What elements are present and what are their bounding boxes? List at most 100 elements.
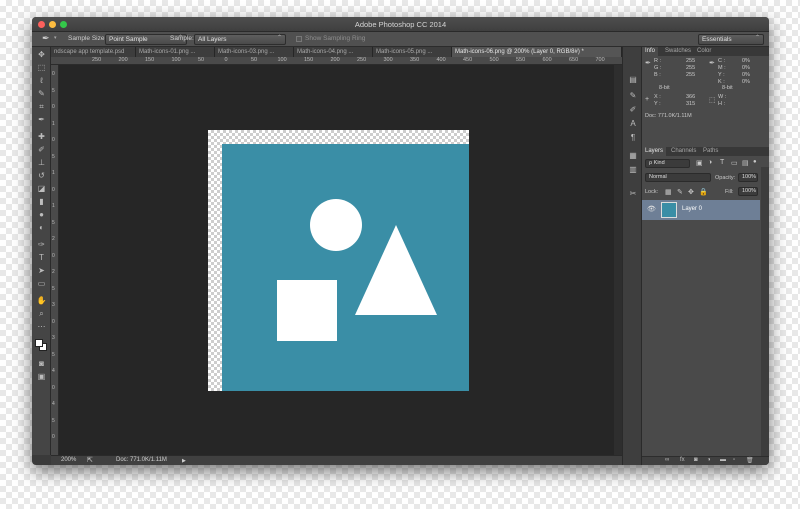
trash-icon[interactable]: 🗑	[746, 457, 754, 464]
tab-color[interactable]: Color	[694, 47, 714, 56]
show-sampling-ring-checkbox[interactable]	[296, 36, 302, 42]
ruler-tick-label: 5	[52, 87, 55, 94]
square-shape	[277, 280, 337, 341]
fill-input[interactable]: 100%	[738, 187, 758, 196]
vertical-scrollbar[interactable]	[614, 65, 622, 455]
layer-filter-kind-select[interactable]: ρ Kind	[645, 159, 690, 168]
healing-icon[interactable]: ✚	[36, 132, 47, 142]
tab-document[interactable]: Math-icons-05.png ...	[373, 47, 452, 57]
filter-smart-object-icon[interactable]: ▤	[742, 159, 749, 167]
vertical-ruler: 05010510152025303540450	[51, 65, 59, 455]
stamp-icon[interactable]: ⊥	[36, 158, 47, 168]
lock-position-icon[interactable]: ✥	[688, 188, 694, 196]
foreground-color-swatch[interactable]	[35, 339, 43, 347]
workspace-select[interactable]: Essentials	[698, 34, 764, 45]
lock-image-icon[interactable]: ✎	[677, 188, 683, 196]
eyedropper-icon[interactable]: ✒	[42, 33, 50, 44]
zoom-icon[interactable]: ⌕	[36, 309, 47, 319]
ruler-tick-label: 3	[52, 302, 55, 308]
info-panel-tabs: Info Swatches Color	[642, 47, 769, 56]
ruler-tick-label: 300	[383, 57, 393, 63]
crop-icon[interactable]: ⌗	[36, 102, 47, 112]
type-icon[interactable]: T	[36, 253, 47, 263]
opacity-input[interactable]: 100%	[738, 173, 758, 182]
filter-type-icon[interactable]: T	[720, 159, 724, 166]
filter-toggle-icon[interactable]: ●	[753, 159, 757, 165]
adjustment-icon[interactable]: ◑	[707, 457, 711, 463]
tab-paths[interactable]: Paths	[700, 147, 721, 156]
filter-shape-icon[interactable]: ▭	[731, 159, 738, 167]
filter-adjustment-icon[interactable]: ◑	[708, 159, 712, 166]
gradient-icon[interactable]: ▮	[36, 197, 47, 207]
character-panel-icon[interactable]: A	[627, 119, 639, 129]
sample-select[interactable]: All Layers	[194, 34, 286, 45]
layer-row[interactable]: 👁 Layer 0	[642, 200, 760, 220]
screen-mode-icon[interactable]: ▣	[36, 372, 47, 382]
visibility-eye-icon[interactable]: 👁	[647, 205, 656, 213]
tab-document[interactable]: Math-icons-04.png ...	[294, 47, 373, 57]
eyedropper-icon[interactable]: ✒	[36, 115, 47, 125]
ruler-tick-label: 2	[52, 269, 55, 275]
layers-scrollbar[interactable]	[761, 167, 769, 456]
ruler-tick-label: 5	[52, 285, 55, 292]
quick-select-icon[interactable]: ✎	[36, 89, 47, 99]
lock-all-icon[interactable]: 🔒	[699, 188, 708, 196]
minimize-window-button[interactable]	[49, 21, 56, 28]
tool-presets-icon[interactable]: ✂	[627, 189, 639, 199]
rectangle-icon[interactable]: ▭	[36, 279, 47, 289]
new-layer-icon[interactable]: ▫	[733, 457, 735, 463]
tab-swatches[interactable]: Swatches	[662, 47, 694, 56]
ruler-tick-label: 0	[52, 318, 55, 325]
ruler-tick-label: 100	[277, 57, 287, 63]
brush-presets-icon[interactable]: ✐	[627, 105, 639, 115]
link-icon[interactable]: ∞	[665, 457, 669, 463]
b-label: B :	[654, 72, 661, 78]
blur-icon[interactable]: ●	[36, 210, 47, 220]
filter-pixel-icon[interactable]: ▣	[696, 159, 703, 167]
y-value: 0%	[742, 72, 750, 78]
tab-document[interactable]: Math-icons-01.png ...	[136, 47, 215, 57]
history-panel-icon[interactable]: ▤	[627, 75, 639, 85]
brush-settings-icon[interactable]: ✎	[627, 91, 639, 101]
mask-icon[interactable]: ◙	[694, 457, 698, 463]
tab-info[interactable]: Info	[642, 47, 659, 56]
document-artwork[interactable]	[222, 144, 469, 391]
tab-channels[interactable]: Channels	[668, 147, 699, 156]
workspace-value: Essentials	[702, 36, 732, 43]
layer-thumbnail	[661, 202, 677, 218]
x-value: 366	[686, 94, 696, 100]
move-icon[interactable]: ✥	[36, 50, 47, 60]
eraser-icon[interactable]: ◪	[36, 184, 47, 194]
brush-icon[interactable]: ✐	[36, 145, 47, 155]
zoom-window-button[interactable]	[60, 21, 67, 28]
tab-document[interactable]: Math-icons-03.png ...	[215, 47, 294, 57]
close-window-button[interactable]	[38, 21, 45, 28]
status-menu-arrow-icon[interactable]: ▶	[182, 458, 186, 464]
path-select-icon[interactable]: ➤	[36, 266, 47, 276]
canvas-area[interactable]	[59, 65, 614, 455]
pen-icon[interactable]: ✑	[36, 240, 47, 250]
more-tools-icon[interactable]: ⋯	[36, 322, 47, 332]
group-icon[interactable]: ▬	[720, 457, 726, 463]
lock-transparent-icon[interactable]: ▦	[665, 188, 672, 196]
tool-preset-chevron-icon[interactable]: ▾	[54, 35, 57, 41]
properties-panel-icon[interactable]: ▦	[627, 151, 639, 161]
ruler-tick-label: 5	[52, 417, 55, 424]
adjustments-panel-icon[interactable]: ▥	[627, 165, 639, 175]
fx-icon[interactable]: fx	[680, 457, 685, 463]
blend-mode-select[interactable]: Normal	[645, 173, 711, 182]
hand-icon[interactable]: ✋	[36, 296, 47, 306]
lasso-icon[interactable]: ℓ	[36, 76, 47, 86]
zoom-level[interactable]: 200%	[61, 457, 76, 463]
tab-document[interactable]: ndscape app template.psd	[51, 47, 136, 57]
layer-name[interactable]: Layer 0	[682, 206, 702, 212]
tab-layers[interactable]: Layers	[642, 147, 667, 156]
tab-document-active[interactable]: Math-icons-06.png @ 200% (Layer 0, RGB/8…	[452, 47, 622, 57]
quick-mask-icon[interactable]: ◙	[36, 359, 47, 369]
dodge-icon[interactable]: ◐	[36, 223, 47, 233]
share-icon[interactable]: ⇱	[87, 456, 93, 464]
fill-label: Fill:	[725, 189, 734, 195]
marquee-icon[interactable]: ⬚	[36, 63, 47, 73]
history-brush-icon[interactable]: ↺	[36, 171, 47, 181]
paragraph-panel-icon[interactable]: ¶	[627, 133, 639, 143]
